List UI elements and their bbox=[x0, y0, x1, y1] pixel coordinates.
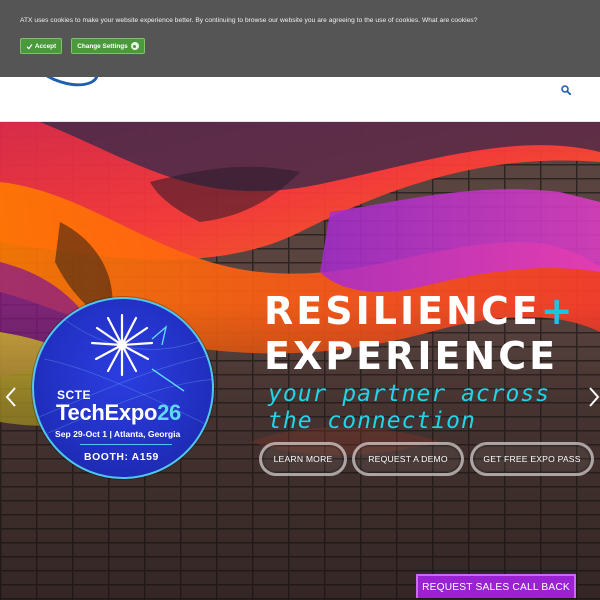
search-icon bbox=[561, 85, 571, 95]
badge-event-year: 26 bbox=[157, 400, 181, 425]
request-demo-button[interactable]: REQUEST A DEMO bbox=[352, 442, 464, 476]
headline-word-resilience: RESILIENCE bbox=[264, 289, 541, 333]
badge-event-title: TechExpo26 bbox=[56, 400, 181, 426]
slider-next-button[interactable] bbox=[586, 384, 600, 410]
hero-banner: RESILIENCE+ EXPERIENCE your partner acro… bbox=[0, 122, 600, 600]
hero-headline-line1: RESILIENCE+ bbox=[264, 289, 576, 333]
badge-dates: Sep 29-Oct 1 | Atlanta, Georgia bbox=[55, 429, 181, 439]
badge-event-name: TechExpo bbox=[56, 400, 158, 425]
cookie-message-text: ATX uses cookies to make your website ex… bbox=[20, 17, 421, 24]
free-expo-pass-button[interactable]: GET FREE EXPO PASS bbox=[470, 442, 594, 476]
accept-label: Accept bbox=[34, 42, 57, 50]
learn-more-button[interactable]: LEARN MORE bbox=[259, 442, 347, 476]
accept-cookies-button[interactable]: Accept bbox=[20, 38, 62, 54]
badge-booth: BOOTH: A159 bbox=[84, 452, 159, 463]
checkmark-icon bbox=[26, 43, 33, 50]
badge-divider bbox=[80, 444, 172, 445]
change-settings-label: Change Settings bbox=[77, 42, 128, 50]
hero-tagline-line1: your partner across bbox=[268, 381, 551, 407]
headline-plus: + bbox=[540, 289, 576, 333]
gear-icon bbox=[130, 42, 139, 50]
chevron-right-icon bbox=[589, 387, 600, 407]
techexpo-badge[interactable]: SCTE TechExpo26 Sep 29-Oct 1 | Atlanta, … bbox=[32, 297, 214, 479]
request-sales-callback-button[interactable]: REQUEST SALES CALL BACK bbox=[416, 574, 576, 598]
what-are-cookies-link[interactable]: What are cookies? bbox=[422, 17, 477, 24]
hero-headline-line2: EXPERIENCE bbox=[264, 334, 559, 378]
hero-tagline-line2: the connection bbox=[268, 408, 476, 434]
chevron-left-icon bbox=[5, 387, 16, 407]
cookie-message: ATX uses cookies to make your website ex… bbox=[20, 17, 477, 24]
slider-prev-button[interactable] bbox=[3, 384, 21, 410]
search-button[interactable] bbox=[556, 80, 576, 100]
change-settings-button[interactable]: Change Settings bbox=[71, 38, 145, 54]
cookie-consent-bar: ATX uses cookies to make your website ex… bbox=[0, 0, 600, 77]
